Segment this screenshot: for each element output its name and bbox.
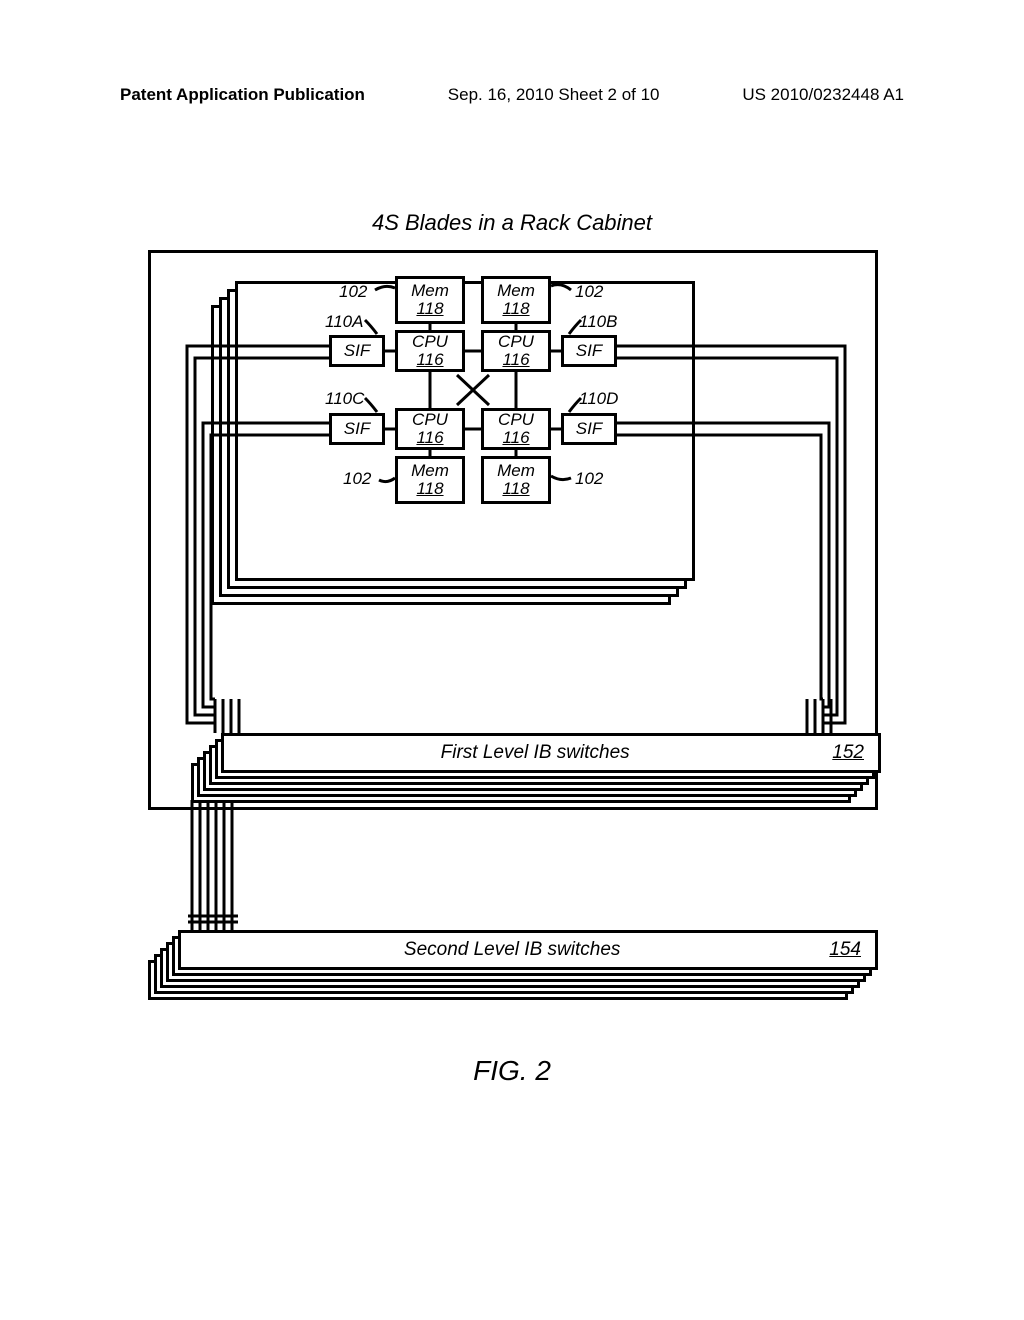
rack-cabinet-frame: 102 102 110A 110B 110C 110D 102 102 Mem …	[148, 250, 878, 810]
cpu-label: CPU	[498, 411, 534, 429]
cpu-box-tr: CPU 116	[481, 330, 551, 372]
ref-102-bl: 102	[343, 469, 371, 489]
sif-box-tl: SIF	[329, 335, 385, 367]
blade-card-front: 102 102 110A 110B 110C 110D 102 102 Mem …	[243, 250, 703, 550]
mem-ref: 118	[502, 480, 529, 498]
first-switch-ref: 152	[832, 742, 864, 764]
sif-label: SIF	[576, 342, 602, 360]
mem-label: Mem	[411, 282, 449, 300]
header-right: US 2010/0232448 A1	[742, 85, 904, 105]
sif-box-bl: SIF	[329, 413, 385, 445]
mem-box-tr: Mem 118	[481, 276, 551, 324]
ref-102-tr: 102	[575, 282, 603, 302]
first-switch-label: First Level IB switches	[238, 742, 832, 764]
page-header: Patent Application Publication Sep. 16, …	[120, 85, 904, 105]
cpu-ref: 116	[416, 351, 443, 369]
blade-connections	[243, 250, 703, 550]
sif-box-tr: SIF	[561, 335, 617, 367]
mem-label: Mem	[497, 282, 535, 300]
header-left: Patent Application Publication	[120, 85, 365, 105]
second-level-switch-stack: Second Level IB switches 154	[148, 930, 878, 1010]
sif-label: SIF	[576, 420, 602, 438]
figure-label: FIG. 2	[0, 1055, 1024, 1087]
cpu-label: CPU	[412, 411, 448, 429]
mem-ref: 118	[502, 300, 529, 318]
cpu-ref: 116	[502, 351, 529, 369]
header-mid: Sep. 16, 2010 Sheet 2 of 10	[448, 85, 660, 105]
first-level-switch-stack: First Level IB switches 152	[191, 733, 851, 803]
cpu-label: CPU	[412, 333, 448, 351]
cpu-ref: 116	[502, 429, 529, 447]
mem-ref: 118	[416, 300, 443, 318]
blade-stack: 102 102 110A 110B 110C 110D 102 102 Mem …	[211, 275, 671, 575]
sif-label: SIF	[344, 342, 370, 360]
cpu-box-bl: CPU 116	[395, 408, 465, 450]
ref-110b: 110B	[579, 312, 617, 332]
ref-102-br: 102	[575, 469, 603, 489]
second-switch-label: Second Level IB switches	[195, 939, 829, 961]
diagram-title: 4S Blades in a Rack Cabinet	[0, 210, 1024, 236]
ref-110a: 110A	[325, 312, 363, 332]
mem-box-bl: Mem 118	[395, 456, 465, 504]
cpu-ref: 116	[416, 429, 443, 447]
sif-label: SIF	[344, 420, 370, 438]
second-switch-ref: 154	[829, 939, 861, 961]
mem-box-br: Mem 118	[481, 456, 551, 504]
switch-bar-first-front: First Level IB switches 152	[221, 733, 881, 773]
cpu-box-br: CPU 116	[481, 408, 551, 450]
ref-110d: 110D	[579, 389, 618, 409]
mem-label: Mem	[411, 462, 449, 480]
cpu-label: CPU	[498, 333, 534, 351]
switch-bar-second-front: Second Level IB switches 154	[178, 930, 878, 970]
sif-box-br: SIF	[561, 413, 617, 445]
mem-box-tl: Mem 118	[395, 276, 465, 324]
ref-102-tl: 102	[339, 282, 367, 302]
mem-label: Mem	[497, 462, 535, 480]
ref-110c: 110C	[325, 389, 364, 409]
mem-ref: 118	[416, 480, 443, 498]
cpu-box-tl: CPU 116	[395, 330, 465, 372]
